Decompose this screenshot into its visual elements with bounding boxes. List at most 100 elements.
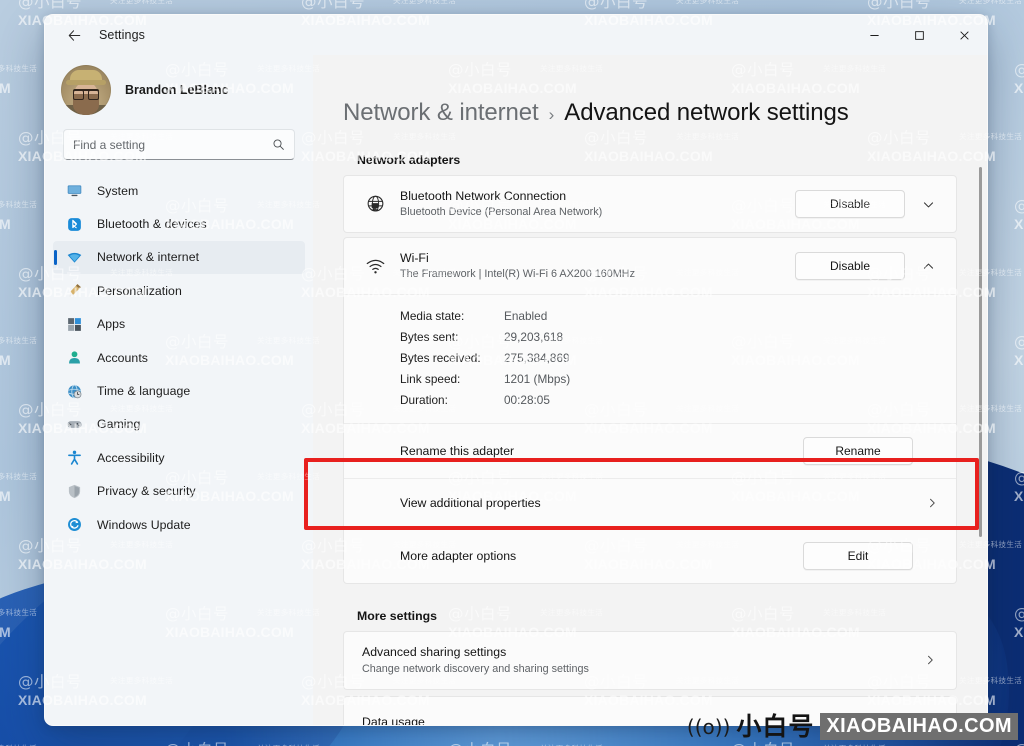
- breadcrumb-parent[interactable]: Network & internet: [343, 99, 539, 127]
- sidebar-item-label: Bluetooth & devices: [97, 217, 207, 232]
- apps-icon: [63, 313, 85, 335]
- brand-logo: ((o)) 小白号 XIAOBAIHAO.COM: [687, 713, 1018, 740]
- collapse-toggle-wifi[interactable]: [913, 252, 943, 280]
- detail-key: Media state:: [400, 308, 465, 323]
- window-title: Settings: [99, 28, 145, 42]
- sidebar-item-network-internet[interactable]: Network & internet: [53, 240, 305, 275]
- monitor-icon: [63, 180, 85, 202]
- detail-value: 29,203,618: [504, 329, 564, 344]
- minimize-icon: [870, 34, 879, 36]
- sidebar-item-label: Time & language: [97, 384, 191, 399]
- sidebar-item-apps[interactable]: Apps: [53, 308, 305, 341]
- sidebar-item-label: Network & internet: [97, 250, 200, 265]
- update-icon: [63, 514, 85, 536]
- detail-row: Bytes sent: 29,203,618: [344, 326, 956, 347]
- sidebar-item-label: Windows Update: [97, 517, 191, 532]
- view-additional-properties-row[interactable]: View additional properties: [344, 477, 956, 528]
- settings-window: Settings Brandon LeBlanc Find a setting …: [44, 14, 988, 726]
- page-title: Advanced network settings: [564, 99, 849, 126]
- chevron-down-icon: [923, 201, 933, 207]
- sidebar-nav: System Bluetooth & devices Network & int…: [45, 174, 313, 541]
- sidebar: Brandon LeBlanc Find a setting System Bl…: [45, 55, 313, 725]
- sidebar-item-privacy-security[interactable]: Privacy & security: [53, 475, 305, 508]
- sidebar-item-label: Accounts: [97, 350, 148, 365]
- search-icon: [273, 139, 284, 150]
- close-icon: [960, 30, 969, 40]
- accessibility-icon: [63, 447, 85, 469]
- detail-key: Duration:: [400, 393, 448, 408]
- edit-button[interactable]: Edit: [803, 541, 913, 570]
- search-input[interactable]: [73, 137, 272, 152]
- disable-button-wifi[interactable]: Disable: [795, 252, 905, 280]
- profile-name: Brandon LeBlanc: [125, 83, 229, 97]
- adapter-card-wifi: Wi-Fi The Framework | Intel(R) Wi-Fi 6 A…: [343, 237, 957, 584]
- adapter-name: Wi-Fi: [400, 251, 429, 265]
- content-pane: Network & internet › Advanced network se…: [313, 55, 987, 725]
- sidebar-item-label: Privacy & security: [97, 484, 196, 499]
- paintbrush-icon: [63, 280, 85, 302]
- detail-row: Link speed: 1201 (Mbps): [344, 369, 956, 390]
- search-box[interactable]: [63, 129, 295, 160]
- sidebar-item-windows-update[interactable]: Windows Update: [53, 508, 305, 541]
- adapter-row[interactable]: Bluetooth Network Connection Bluetooth D…: [344, 176, 956, 232]
- brand-name-en: XIAOBAIHAO.COM: [820, 713, 1018, 740]
- detail-value: Enabled: [504, 308, 548, 323]
- sidebar-item-label: Gaming: [97, 417, 141, 432]
- detail-value: 1201 (Mbps): [504, 372, 571, 387]
- broadcast-icon: ((o)): [686, 714, 731, 739]
- disable-button-bluetooth[interactable]: Disable: [795, 190, 905, 218]
- breadcrumb-separator-icon: ›: [548, 105, 555, 124]
- sidebar-item-label: System: [97, 183, 139, 198]
- arrow-left-icon: [68, 29, 80, 41]
- minimize-button[interactable]: [852, 15, 897, 55]
- more-adapter-options-label: More adapter options: [400, 548, 517, 563]
- wifi-icon: [63, 246, 85, 268]
- wifi-details-block: Media state: Enabled Bytes sent: 29,203,…: [344, 294, 956, 423]
- rename-button[interactable]: Rename: [803, 436, 913, 465]
- sidebar-item-time-language[interactable]: Time & language: [53, 374, 305, 407]
- detail-row: Media state: Enabled: [344, 305, 956, 326]
- adapter-card-bluetooth: Bluetooth Network Connection Bluetooth D…: [343, 175, 957, 233]
- chevron-right-icon: [919, 654, 941, 666]
- shield-icon: [63, 480, 85, 502]
- adapter-subtitle: Bluetooth Device (Personal Area Network): [400, 206, 603, 218]
- sidebar-item-accessibility[interactable]: Accessibility: [53, 441, 305, 474]
- back-button[interactable]: [57, 20, 91, 50]
- adapter-row[interactable]: Wi-Fi The Framework | Intel(R) Wi-Fi 6 A…: [344, 238, 956, 294]
- network-globe-icon: [360, 194, 390, 215]
- close-button[interactable]: [942, 15, 987, 55]
- profile-section[interactable]: Brandon LeBlanc: [45, 55, 313, 129]
- sidebar-item-gaming[interactable]: Gaming: [53, 408, 305, 441]
- rename-adapter-label: Rename this adapter: [400, 443, 515, 458]
- chevron-right-icon: [921, 497, 943, 509]
- sidebar-item-accounts[interactable]: Accounts: [53, 341, 305, 374]
- link-text: Advanced sharing settings Change network…: [362, 644, 919, 677]
- bluetooth-icon: [63, 213, 85, 235]
- sidebar-item-personalization[interactable]: Personalization: [53, 274, 305, 307]
- rename-adapter-row[interactable]: Rename this adapter Rename: [344, 422, 956, 478]
- detail-key: Bytes received:: [400, 350, 481, 365]
- detail-row: Bytes received: 275,384,869: [344, 347, 956, 368]
- sidebar-item-label: Apps: [97, 317, 126, 332]
- advanced-sharing-settings-row[interactable]: Advanced sharing settings Change network…: [343, 630, 957, 690]
- detail-row: Duration: 00:28:05: [344, 390, 956, 411]
- expand-toggle-bluetooth[interactable]: [913, 190, 943, 218]
- clock-globe-icon: [63, 380, 85, 402]
- link-title: Advanced sharing settings: [362, 644, 507, 659]
- sidebar-item-system[interactable]: System: [53, 174, 305, 207]
- maximize-button[interactable]: [897, 15, 942, 55]
- adapter-subtitle: The Framework | Intel(R) Wi-Fi 6 AX200 1…: [400, 268, 636, 280]
- detail-key: Bytes sent:: [400, 329, 459, 344]
- link-subtitle: Change network discovery and sharing set…: [362, 662, 589, 675]
- sidebar-item-label: Personalization: [97, 283, 182, 298]
- view-additional-properties-label: View additional properties: [400, 496, 541, 511]
- network-adapters-heading: Network adapters: [357, 153, 461, 167]
- sidebar-item-bluetooth-devices[interactable]: Bluetooth & devices: [53, 207, 305, 240]
- window-body: Brandon LeBlanc Find a setting System Bl…: [45, 55, 987, 725]
- person-icon: [63, 347, 85, 369]
- search-wrapper: [45, 129, 313, 160]
- more-adapter-options-row[interactable]: More adapter options Edit: [344, 527, 956, 583]
- adapter-name: Bluetooth Network Connection: [400, 189, 567, 203]
- more-settings-heading: More settings: [357, 608, 437, 623]
- scrollbar-thumb[interactable]: [979, 167, 982, 537]
